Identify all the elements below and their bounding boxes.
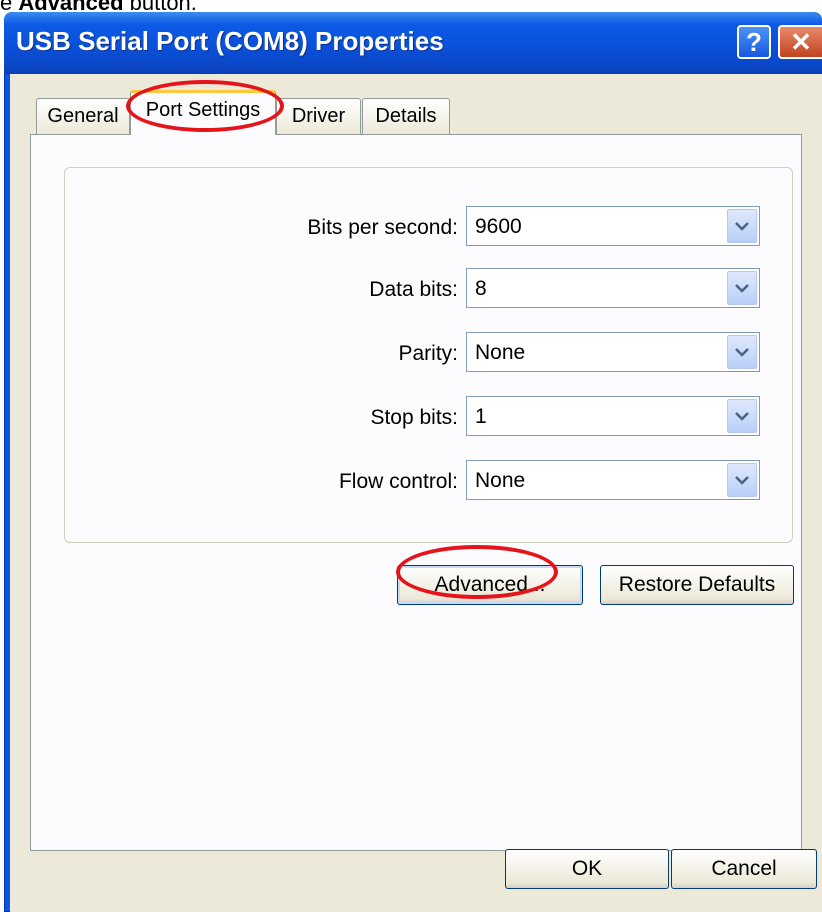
- instruction-caption: e Advanced button.: [0, 0, 197, 15]
- properties-dialog: USB Serial Port (COM8) Properties ? ✕ Ge…: [4, 12, 822, 912]
- data-bits-value: 8: [475, 277, 487, 300]
- stop-bits-label: Stop bits:: [370, 406, 458, 429]
- ok-button[interactable]: OK: [505, 849, 669, 889]
- port-settings-panel: Bits per second: 9600 Data bits: 8 Parit…: [30, 134, 802, 851]
- tab-details[interactable]: Details: [362, 98, 450, 134]
- data-bits-label: Data bits:: [369, 278, 458, 301]
- close-button[interactable]: ✕: [778, 25, 822, 59]
- title-bar[interactable]: USB Serial Port (COM8) Properties ? ✕: [4, 12, 822, 74]
- data-bits-dropdown[interactable]: 8: [466, 268, 760, 308]
- bits-per-second-value: 9600: [475, 215, 522, 238]
- stop-bits-dropdown[interactable]: 1: [466, 396, 760, 436]
- parity-value: None: [475, 341, 526, 364]
- flow-control-dropdown[interactable]: None: [466, 460, 760, 500]
- parity-label: Parity:: [398, 342, 458, 365]
- advanced-button[interactable]: Advanced...: [397, 565, 583, 605]
- help-button[interactable]: ?: [737, 25, 771, 59]
- bits-per-second-label: Bits per second:: [307, 216, 458, 239]
- bits-per-second-dropdown[interactable]: 9600: [466, 206, 760, 246]
- settings-group: Bits per second: 9600 Data bits: 8 Parit…: [64, 167, 793, 543]
- chevron-down-icon[interactable]: [727, 271, 757, 305]
- chevron-down-icon[interactable]: [727, 463, 757, 497]
- dialog-client-area: General Port Settings Driver Details Bit…: [10, 74, 822, 912]
- flow-control-label: Flow control:: [338, 470, 458, 493]
- chevron-down-icon[interactable]: [727, 209, 757, 243]
- chevron-down-icon[interactable]: [727, 399, 757, 433]
- tab-general[interactable]: General: [36, 98, 130, 134]
- window-title: USB Serial Port (COM8) Properties: [16, 26, 444, 56]
- flow-control-value: None: [475, 469, 526, 492]
- restore-defaults-button[interactable]: Restore Defaults: [600, 565, 794, 605]
- stop-bits-value: 1: [475, 405, 487, 428]
- parity-dropdown[interactable]: None: [466, 332, 760, 372]
- chevron-down-icon[interactable]: [727, 335, 757, 369]
- cancel-button[interactable]: Cancel: [671, 849, 817, 889]
- tab-driver[interactable]: Driver: [276, 98, 361, 134]
- tab-port-settings[interactable]: Port Settings: [130, 90, 276, 135]
